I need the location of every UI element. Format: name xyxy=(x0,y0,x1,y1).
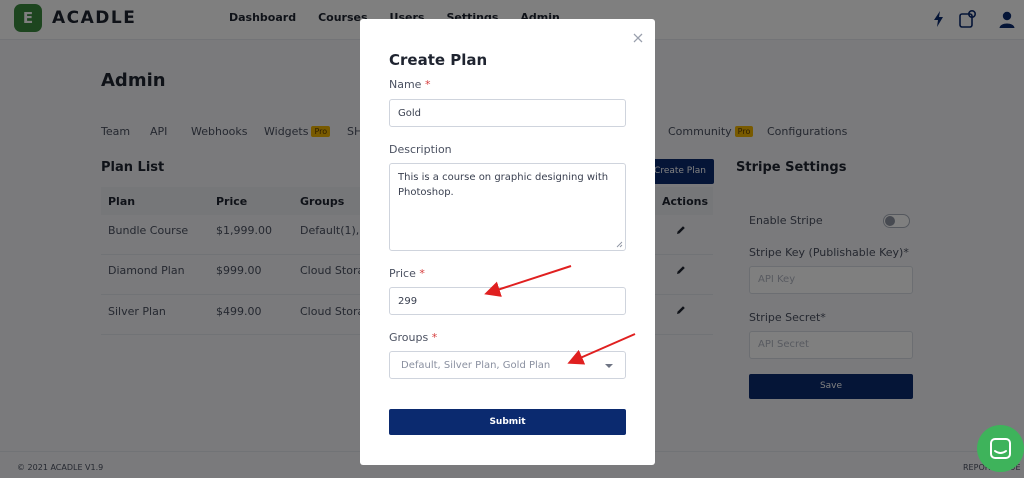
groups-label: Groups * xyxy=(389,331,437,344)
close-icon[interactable] xyxy=(632,32,644,44)
required-mark: * xyxy=(431,331,438,344)
name-label: Name * xyxy=(389,78,430,91)
create-plan-modal: Create Plan Name * Gold Description This… xyxy=(360,19,655,465)
name-input[interactable]: Gold xyxy=(389,99,626,127)
price-label-text: Price xyxy=(389,267,416,280)
groups-selected-value: Default, Silver Plan, Gold Plan xyxy=(401,360,551,371)
chat-button[interactable] xyxy=(977,425,1024,472)
required-mark: * xyxy=(419,267,425,280)
required-mark: * xyxy=(424,78,431,91)
description-label: Description xyxy=(389,143,452,156)
price-input[interactable]: 299 xyxy=(389,287,626,315)
chat-icon xyxy=(990,438,1011,459)
submit-button[interactable]: Submit xyxy=(389,409,626,435)
modal-title: Create Plan xyxy=(389,51,488,69)
name-label-text: Name xyxy=(389,78,422,91)
price-label: Price * xyxy=(389,267,425,280)
groups-label-text: Groups xyxy=(389,331,429,344)
caret-down-icon xyxy=(605,364,613,368)
description-textarea[interactable]: This is a course on graphic designing wi… xyxy=(389,163,626,251)
groups-select[interactable]: Default, Silver Plan, Gold Plan xyxy=(389,351,626,379)
resize-handle-icon[interactable] xyxy=(616,241,623,248)
description-text: This is a course on graphic designing wi… xyxy=(398,172,609,198)
